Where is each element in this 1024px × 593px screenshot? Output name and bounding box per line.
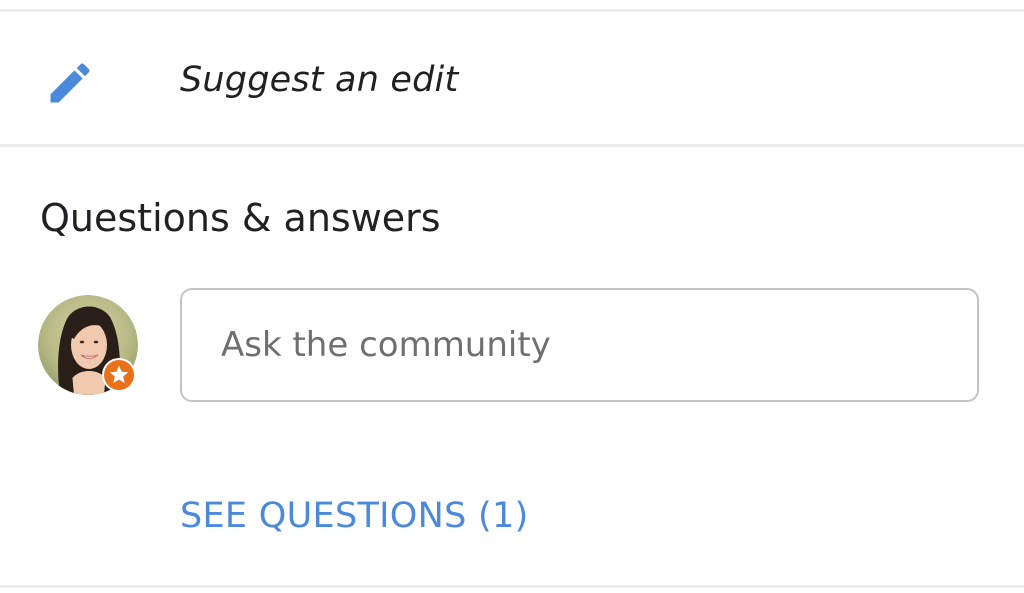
questions-answers-heading: Questions & answers <box>40 196 441 240</box>
section-divider <box>0 144 1024 147</box>
bottom-divider <box>0 585 1024 588</box>
avatar[interactable] <box>38 295 140 397</box>
suggest-edit-label: Suggest an edit <box>180 60 459 100</box>
suggest-edit-row[interactable]: Suggest an edit <box>0 12 1024 144</box>
star-icon <box>102 358 136 392</box>
see-questions-button[interactable]: SEE QUESTIONS (1) <box>180 496 529 536</box>
ask-community-input[interactable] <box>180 288 979 402</box>
pencil-icon <box>50 63 90 103</box>
